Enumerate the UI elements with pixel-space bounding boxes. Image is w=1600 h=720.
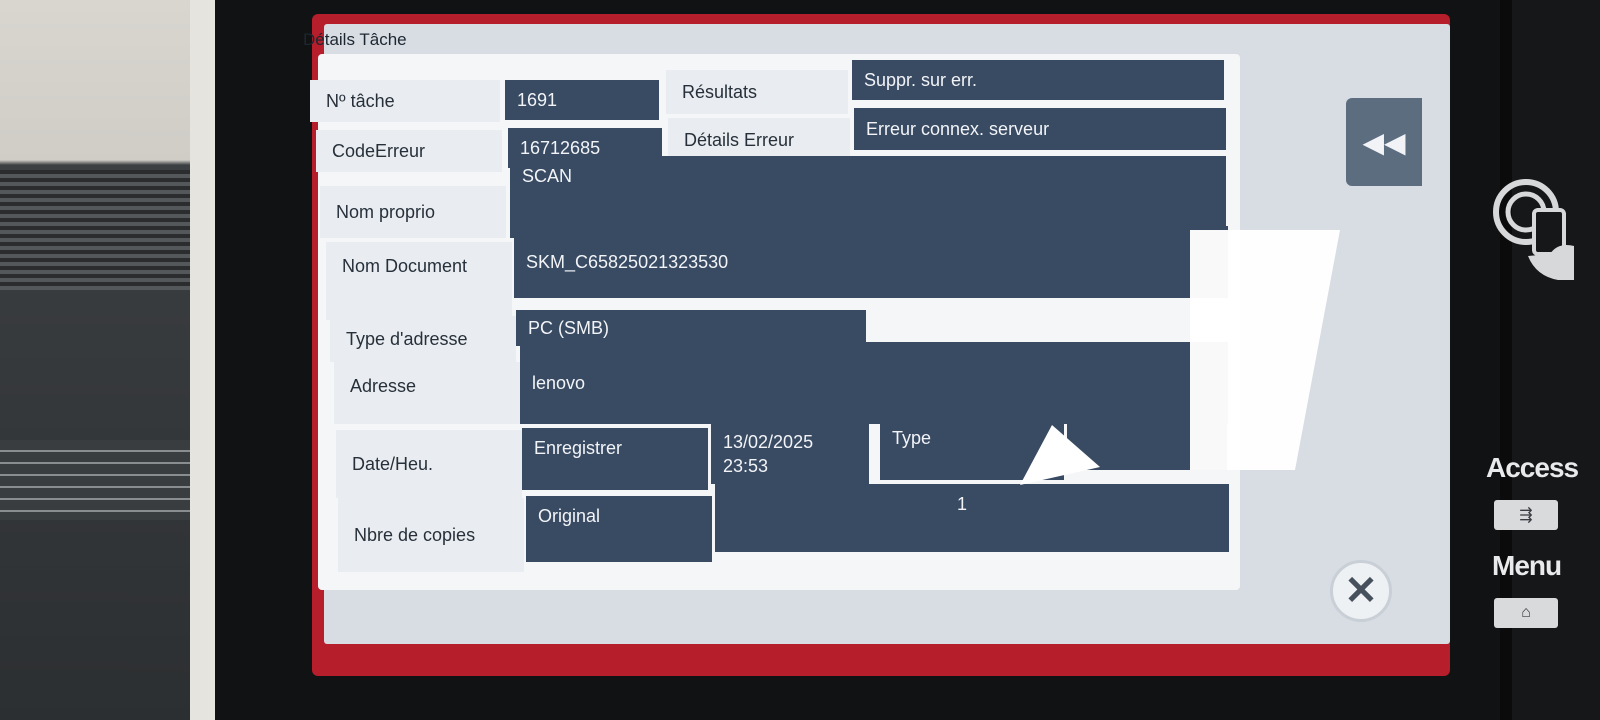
close-icon: ✕	[1344, 569, 1378, 613]
document-name-label: Nom Document	[326, 242, 512, 320]
document-name-value: SKM_C65825021323530	[514, 226, 1228, 298]
back-button[interactable]: ◀◀	[1346, 98, 1422, 186]
time-value: 23:53	[723, 456, 769, 476]
access-icon: ⇶	[1519, 507, 1533, 524]
results-label: Résultats	[666, 70, 848, 114]
address-type-label: Type d'adresse	[330, 316, 516, 362]
device-vent-lower	[0, 440, 210, 520]
access-label: Access	[1486, 452, 1579, 483]
panel-title: Détails Tâche	[303, 30, 407, 49]
home-icon: ⌂	[1521, 604, 1531, 621]
close-button[interactable]: ✕	[1330, 560, 1392, 622]
access-button[interactable]: ⇶	[1494, 500, 1558, 530]
copies-original-label: Original	[526, 496, 712, 562]
menu-button[interactable]: ⌂	[1494, 598, 1558, 628]
error-code-label: CodeErreur	[316, 130, 502, 172]
touch-sensor-icon	[1493, 179, 1574, 280]
job-number-label: Nº tâche	[310, 80, 500, 122]
rewind-icon: ◀◀	[1362, 126, 1406, 158]
error-details-value: Erreur connex. serveur	[854, 108, 1226, 150]
datetime-value: 13/02/2025 23:53	[711, 422, 869, 484]
device-vent	[0, 170, 195, 290]
copies-value: 1	[715, 484, 1229, 552]
job-number-value: 1691	[505, 80, 659, 120]
menu-label: Menu	[1492, 550, 1562, 581]
datetime-mode: Enregistrer	[522, 428, 708, 490]
address-label: Adresse	[334, 362, 520, 424]
copies-label: Nbre de copies	[338, 498, 524, 572]
address-type-value: PC (SMB)	[516, 310, 866, 346]
owner-label: Nom proprio	[320, 186, 506, 238]
date-value: 13/02/2025	[723, 432, 814, 452]
datetime-label: Date/Heu.	[336, 430, 522, 498]
results-value: Suppr. sur err.	[852, 60, 1224, 100]
background-wall	[0, 0, 200, 720]
